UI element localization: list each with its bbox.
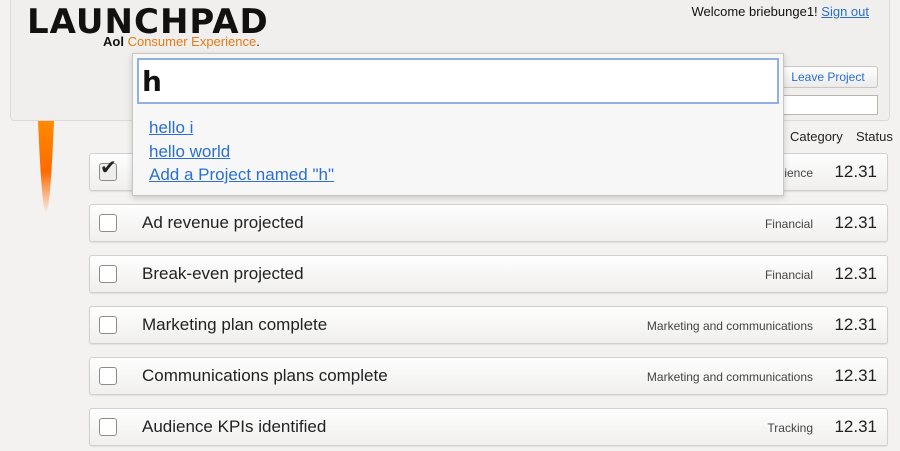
add-project-suggestion[interactable]: Add a Project named "h" (149, 163, 334, 187)
search-input[interactable] (137, 58, 779, 104)
row-checkbox[interactable] (99, 214, 117, 232)
row-status: 12.31 (834, 264, 877, 283)
welcome-area: Welcome briebunge1! Sign out (691, 4, 869, 19)
row-status: 12.31 (834, 213, 877, 232)
tagline: Aol Consumer Experience. (103, 34, 260, 50)
row-category: Tracking (767, 421, 813, 435)
suggestion-list: hello i hello world Add a Project named … (149, 116, 334, 187)
category-column-header: Category (790, 129, 843, 144)
welcome-text: Welcome briebunge1! (691, 4, 818, 19)
row-category: Marketing and communications (646, 370, 813, 384)
table-row[interactable]: Marketing plan complete Marketing and co… (89, 306, 888, 344)
row-checkbox[interactable] (99, 265, 117, 283)
row-title: Marketing plan complete (142, 315, 328, 334)
row-status: 12.31 (834, 162, 877, 181)
row-status: 12.31 (834, 315, 877, 334)
row-category: Marketing and communications (646, 319, 813, 333)
row-checkbox[interactable]: ✔ (99, 158, 117, 181)
row-title: Ad revenue projected (142, 213, 304, 232)
row-category: ience (784, 166, 813, 180)
table-row[interactable]: Audience KPIs identified Tracking 12.31 (89, 408, 888, 446)
table-row[interactable]: Break-even projected Financial 12.31 (89, 255, 888, 293)
status-column-header: Status (856, 129, 893, 144)
search-autocomplete: hello i hello world Add a Project named … (132, 53, 784, 196)
row-category: Financial (764, 217, 813, 231)
tagline-rest: Consumer Experience (127, 34, 257, 49)
row-title: Break-even projected (142, 264, 304, 283)
suggestion-item[interactable]: hello world (149, 140, 334, 164)
row-checkbox[interactable] (99, 316, 117, 334)
project-input[interactable] (782, 95, 878, 115)
suggestion-item[interactable]: hello i (149, 116, 334, 140)
tagline-brand: Aol (103, 34, 124, 49)
table-row[interactable]: Ad revenue projected Financial 12.31 (89, 204, 888, 242)
table-row[interactable]: Communications plans complete Marketing … (89, 357, 888, 395)
tagline-dot: . (256, 34, 260, 49)
row-title: Audience KPIs identified (142, 417, 327, 436)
row-category: Financial (764, 268, 813, 282)
check-icon: ✔ (100, 157, 117, 179)
row-status: 12.31 (834, 417, 877, 436)
row-checkbox[interactable] (99, 418, 117, 436)
sign-out-link[interactable]: Sign out (821, 4, 869, 19)
row-checkbox[interactable] (99, 367, 117, 385)
row-title: Communications plans complete (142, 366, 388, 385)
row-status: 12.31 (834, 366, 877, 385)
leave-project-button[interactable]: Leave Project (778, 66, 878, 88)
